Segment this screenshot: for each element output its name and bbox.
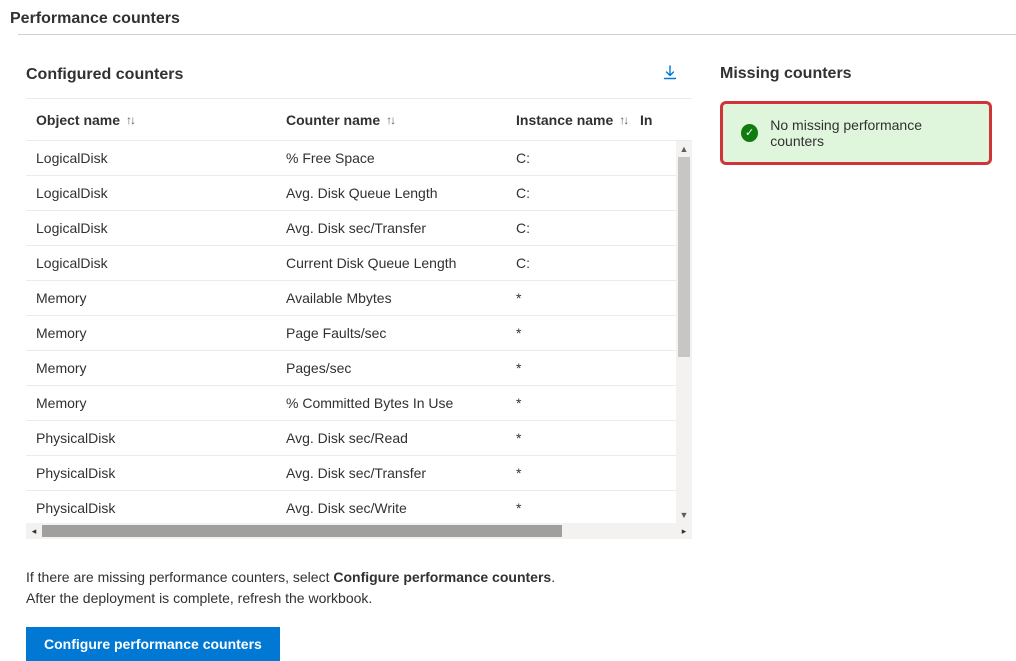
- cell-counter: Avg. Disk Queue Length: [286, 185, 516, 201]
- table-row[interactable]: LogicalDiskAvg. Disk sec/TransferC:: [26, 211, 692, 246]
- cell-counter: Avg. Disk sec/Write: [286, 500, 516, 516]
- cell-instance: C:: [516, 150, 640, 166]
- cell-object: LogicalDisk: [36, 150, 286, 166]
- table-row[interactable]: LogicalDiskCurrent Disk Queue LengthC:: [26, 246, 692, 281]
- no-missing-counters-text: No missing performance counters: [770, 117, 971, 149]
- missing-counters-heading: Missing counters: [720, 65, 992, 83]
- sort-icon: ↑↓: [386, 113, 394, 127]
- col-instance-name[interactable]: Instance name ↑↓: [516, 112, 640, 128]
- note-suffix: .: [551, 569, 555, 585]
- cell-object: Memory: [36, 325, 286, 341]
- col-in-label: In: [640, 112, 652, 128]
- table-row[interactable]: Memory% Committed Bytes In Use*: [26, 386, 692, 421]
- col-object-label: Object name: [36, 112, 120, 128]
- note-line2: After the deployment is complete, refres…: [26, 590, 372, 606]
- cell-instance: C:: [516, 220, 640, 236]
- table-row[interactable]: PhysicalDiskAvg. Disk sec/Read*: [26, 421, 692, 456]
- sort-icon: ↑↓: [619, 113, 627, 127]
- cell-object: LogicalDisk: [36, 220, 286, 236]
- table-row[interactable]: PhysicalDiskAvg. Disk sec/Transfer*: [26, 456, 692, 491]
- scroll-right-icon[interactable]: ▸: [676, 523, 692, 539]
- cell-instance: *: [516, 290, 640, 306]
- check-icon: ✓: [745, 128, 754, 139]
- cell-instance: *: [516, 395, 640, 411]
- cell-counter: Pages/sec: [286, 360, 516, 376]
- cell-counter: Current Disk Queue Length: [286, 255, 516, 271]
- horizontal-scrollbar[interactable]: ◂ ▸: [26, 523, 692, 539]
- page-title: Performance counters: [0, 0, 1016, 34]
- col-counter-label: Counter name: [286, 112, 380, 128]
- no-missing-counters-banner: ✓ No missing performance counters: [720, 101, 992, 165]
- counters-table: Object name ↑↓ Counter name ↑↓ Instance …: [26, 98, 692, 539]
- download-icon[interactable]: [662, 65, 692, 84]
- scroll-up-icon[interactable]: ▲: [676, 141, 692, 157]
- cell-instance: *: [516, 430, 640, 446]
- cell-object: Memory: [36, 360, 286, 376]
- scroll-left-icon[interactable]: ◂: [26, 523, 42, 539]
- table-row[interactable]: PhysicalDiskAvg. Disk sec/Write*: [26, 491, 692, 523]
- instructions-text: If there are missing performance counter…: [26, 567, 692, 609]
- col-object-name[interactable]: Object name ↑↓: [36, 112, 286, 128]
- col-counter-name[interactable]: Counter name ↑↓: [286, 112, 516, 128]
- cell-counter: Page Faults/sec: [286, 325, 516, 341]
- cell-object: Memory: [36, 290, 286, 306]
- cell-instance: C:: [516, 255, 640, 271]
- table-row[interactable]: LogicalDiskAvg. Disk Queue LengthC:: [26, 176, 692, 211]
- cell-instance: *: [516, 465, 640, 481]
- cell-object: LogicalDisk: [36, 185, 286, 201]
- table-header-row: Object name ↑↓ Counter name ↑↓ Instance …: [26, 99, 692, 141]
- table-row[interactable]: MemoryAvailable Mbytes*: [26, 281, 692, 316]
- col-in[interactable]: In: [640, 112, 660, 128]
- cell-instance: *: [516, 500, 640, 516]
- note-prefix: If there are missing performance counter…: [26, 569, 333, 585]
- cell-counter: Available Mbytes: [286, 290, 516, 306]
- cell-instance: C:: [516, 185, 640, 201]
- cell-counter: Avg. Disk sec/Transfer: [286, 465, 516, 481]
- table-row[interactable]: MemoryPage Faults/sec*: [26, 316, 692, 351]
- table-body: LogicalDisk% Free SpaceC:LogicalDiskAvg.…: [26, 141, 692, 523]
- cell-instance: *: [516, 325, 640, 341]
- cell-object: PhysicalDisk: [36, 500, 286, 516]
- vertical-scroll-thumb[interactable]: [678, 157, 690, 357]
- table-row[interactable]: LogicalDisk% Free SpaceC:: [26, 141, 692, 176]
- success-icon: ✓: [741, 124, 758, 142]
- table-row[interactable]: MemoryPages/sec*: [26, 351, 692, 386]
- cell-object: PhysicalDisk: [36, 430, 286, 446]
- configured-counters-heading: Configured counters: [26, 66, 662, 84]
- cell-counter: Avg. Disk sec/Read: [286, 430, 516, 446]
- cell-counter: Avg. Disk sec/Transfer: [286, 220, 516, 236]
- cell-instance: *: [516, 360, 640, 376]
- cell-counter: % Free Space: [286, 150, 516, 166]
- scroll-down-icon[interactable]: ▼: [676, 507, 692, 523]
- note-bold: Configure performance counters: [333, 569, 551, 585]
- vertical-scrollbar[interactable]: ▲ ▼: [676, 141, 692, 523]
- cell-counter: % Committed Bytes In Use: [286, 395, 516, 411]
- configure-performance-counters-button[interactable]: Configure performance counters: [26, 627, 280, 661]
- col-instance-label: Instance name: [516, 112, 613, 128]
- cell-object: Memory: [36, 395, 286, 411]
- cell-object: PhysicalDisk: [36, 465, 286, 481]
- sort-icon: ↑↓: [126, 113, 134, 127]
- cell-object: LogicalDisk: [36, 255, 286, 271]
- horizontal-scroll-thumb[interactable]: [42, 525, 562, 537]
